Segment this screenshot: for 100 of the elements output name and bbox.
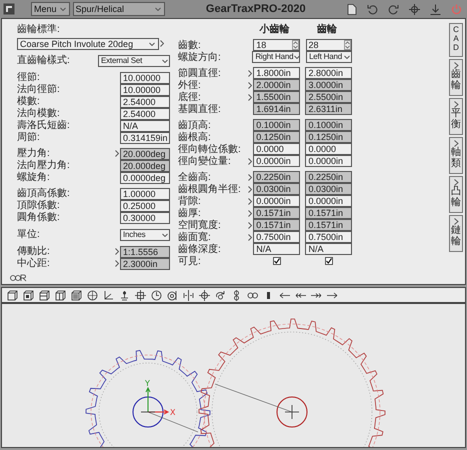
value-field[interactable]: 1.5500in [253, 91, 300, 103]
value-field[interactable]: 0.0000deg [120, 172, 170, 184]
caret-icon[interactable] [59, 5, 68, 13]
value-field[interactable]: 2.5500in [305, 91, 352, 103]
value-field[interactable]: 10.00000 [120, 72, 170, 84]
pin-icon[interactable] [119, 290, 130, 300]
value-field[interactable]: 0.0000in [253, 195, 300, 207]
chain-icon[interactable] [247, 290, 258, 300]
value-field[interactable]: 1.6914in [253, 103, 300, 115]
value-field[interactable]: 20.000deg [120, 148, 170, 160]
value-field[interactable]: 2.54000 [120, 108, 170, 120]
value-field[interactable]: 0.7500in [305, 231, 352, 243]
value-field[interactable]: 0.2250in [305, 171, 352, 183]
axis-label: Y [145, 379, 150, 388]
value-field[interactable]: N/A [253, 243, 300, 255]
side-tab[interactable]: 軸類 [449, 137, 463, 174]
value-field[interactable]: 1.8000in [253, 67, 300, 79]
value-field[interactable]: 20.000deg [120, 160, 170, 172]
cube-icon[interactable] [55, 290, 66, 300]
value-field[interactable]: 0.30000 [120, 212, 170, 224]
value-field[interactable]: 0.0000 [253, 143, 300, 155]
caret-icon[interactable] [161, 56, 169, 64]
value-spinbox[interactable]: 28 [306, 39, 352, 51]
value-field[interactable]: 0.0000in [305, 155, 352, 167]
standard-dropdown[interactable]: Coarse Pitch Involute 20deg [17, 38, 159, 50]
side-tab[interactable]: 凸輪 [449, 176, 463, 214]
arrow-left-icon[interactable] [279, 290, 290, 300]
value-field[interactable]: 1:1.5556 [120, 246, 170, 258]
crosshair-icon[interactable] [199, 290, 210, 300]
side-tab[interactable]: CAD [449, 23, 463, 58]
value-field[interactable]: 2.6311in [305, 103, 352, 115]
field-label: 頂隙係數: [17, 200, 61, 211]
cube-icon[interactable] [71, 290, 82, 300]
value-field[interactable]: 0.0000in [305, 195, 352, 207]
clock-icon[interactable] [151, 290, 162, 300]
value-field[interactable]: 2.8000in [305, 67, 352, 79]
value-spinbox[interactable]: 18 [253, 39, 300, 51]
cube-icon[interactable] [23, 290, 34, 300]
menu-dropdown[interactable]: Menu [31, 2, 70, 16]
axes-icon[interactable] [103, 290, 114, 300]
caret-icon[interactable] [293, 53, 302, 61]
field-label: 背隙: [178, 196, 202, 206]
value-field[interactable]: 10.00000 [120, 84, 170, 96]
value-dropdown[interactable]: Inches [120, 228, 170, 240]
caret-icon[interactable] [161, 230, 169, 238]
value-field[interactable]: 2.0000in [253, 79, 300, 91]
field-label: 齒條深度: [178, 244, 222, 254]
side-tab[interactable]: 齒輪 [449, 59, 463, 96]
field-label: 圓角係數: [17, 212, 61, 223]
arrow-right-icon[interactable] [327, 290, 338, 300]
rotate-icon[interactable] [215, 290, 226, 300]
side-tab[interactable]: 鏈輪 [449, 215, 463, 252]
value-dropdown[interactable]: Left Hand [306, 51, 352, 63]
value-field[interactable]: 0.0300in [253, 183, 300, 195]
side-tab[interactable]: 平衡 [449, 98, 463, 136]
undo-icon[interactable] [367, 4, 378, 14]
value-field[interactable]: 0.1000in [305, 119, 352, 131]
field-label: 齒根圓角半徑: [178, 184, 242, 194]
value-field[interactable]: 0.1000in [253, 119, 300, 131]
redo-icon[interactable] [388, 4, 399, 14]
value-field[interactable]: 0.1571in [253, 207, 300, 219]
field-label: 徑向轉位係數: [178, 144, 242, 154]
value-field[interactable]: N/A [305, 243, 352, 255]
value-field[interactable]: 0.1250in [305, 131, 352, 143]
cube-icon[interactable] [7, 290, 18, 300]
value-field[interactable]: 0.1571in [305, 219, 352, 231]
spin-arrows-icon[interactable] [344, 40, 352, 50]
caret-icon[interactable] [154, 5, 162, 13]
value-field[interactable]: 0.7500in [253, 231, 300, 243]
spin-arrows-icon[interactable] [292, 40, 299, 50]
value-field[interactable]: 0.25000 [120, 200, 170, 212]
caret-icon[interactable] [148, 40, 156, 48]
field-label: 法向壓力角: [17, 160, 71, 171]
field-label: 直齒輪樣式: [17, 55, 71, 66]
value-field[interactable]: 0.1250in [253, 131, 300, 143]
checkbox[interactable] [272, 257, 281, 265]
window-title: GearTraxPRO-2020 [204, 2, 307, 17]
document-icon[interactable] [347, 4, 357, 14]
value-field[interactable]: 2.3000in [120, 258, 170, 270]
value-field[interactable]: 0.314159in [120, 132, 170, 144]
split-line-icon[interactable] [183, 290, 194, 300]
download-icon[interactable] [430, 4, 441, 14]
value-field[interactable]: 0.0300in [305, 183, 352, 195]
checkbox[interactable] [324, 257, 333, 265]
value-field[interactable]: 1.00000 [120, 188, 170, 200]
caret-icon[interactable] [343, 53, 351, 61]
value-field[interactable]: 0.0000 [305, 143, 352, 155]
value-field[interactable]: 0.2250in [253, 171, 300, 183]
value-field[interactable]: 0.1571in [253, 219, 300, 231]
value-field[interactable]: 0.1571in [305, 207, 352, 219]
value-field[interactable]: N/A [120, 120, 170, 132]
value-field[interactable]: 2.54000 [120, 96, 170, 108]
value-dropdown[interactable]: Right Hand [252, 51, 300, 63]
value-field[interactable]: 0.0000in [253, 155, 300, 167]
value-dropdown[interactable]: External Set [98, 54, 170, 66]
column-header: 小齒輪 [258, 24, 291, 34]
globe-icon[interactable] [87, 290, 98, 300]
value-field[interactable]: 3.0000in [305, 79, 352, 91]
cube-icon[interactable] [39, 290, 50, 300]
mode-dropdown[interactable]: Spur/Helical [72, 2, 165, 16]
